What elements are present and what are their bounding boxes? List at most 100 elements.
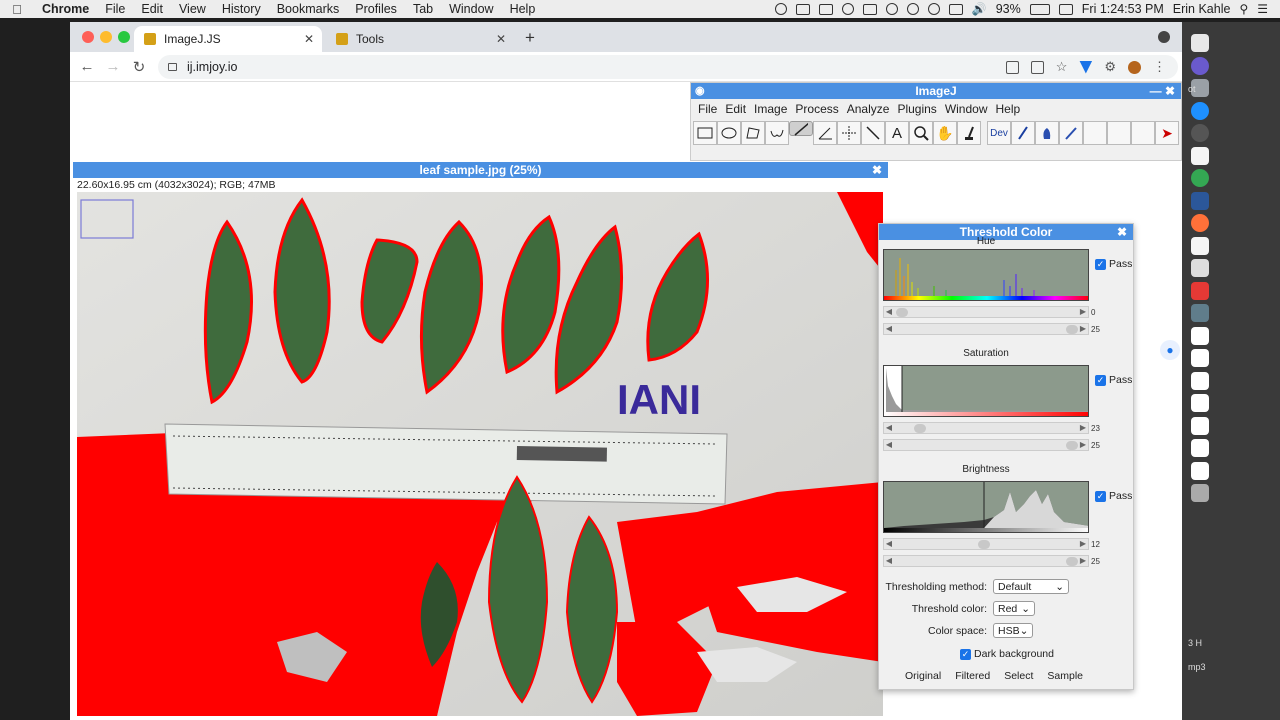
ij-menu-edit[interactable]: Edit <box>721 102 750 116</box>
dock-app-icon-15[interactable] <box>1191 349 1209 367</box>
spotlight-icon[interactable]: ⚲ <box>1239 2 1248 16</box>
polygon-tool-icon[interactable] <box>741 121 765 145</box>
original-button[interactable]: Original <box>905 670 941 682</box>
flood-fill-tool-icon[interactable] <box>1035 121 1059 145</box>
forward-icon[interactable]: → <box>100 58 126 75</box>
hue-min-slider[interactable]: ◀ ▶ <box>883 306 1089 318</box>
bookmark-star-icon[interactable]: ☆ <box>1056 59 1068 75</box>
dock-app-icon-10[interactable] <box>1191 236 1209 255</box>
lock-icon[interactable] <box>168 63 177 71</box>
apple-icon[interactable]:  <box>0 2 34 17</box>
menu-view[interactable]: View <box>171 2 214 16</box>
time-machine-icon[interactable] <box>906 3 919 15</box>
new-tab-icon[interactable]: + <box>525 28 535 48</box>
ij-menu-help[interactable]: Help <box>992 102 1025 116</box>
dock-app-icon-19[interactable] <box>1191 439 1209 457</box>
sample-button[interactable]: Sample <box>1047 670 1083 682</box>
thresholding-method-select[interactable]: Default ⌄ <box>993 579 1069 594</box>
address-bar[interactable]: ij.imjoy.io ☆ ⚙ ⋮ <box>158 55 1178 79</box>
freehand-tool-icon[interactable] <box>765 121 789 145</box>
close-tab-icon[interactable]: ✕ <box>304 32 314 46</box>
spiral-icon[interactable] <box>841 3 854 15</box>
saturation-max-slider[interactable]: ◀ ▶ <box>883 439 1089 451</box>
user-name[interactable]: Erin Kahle <box>1173 2 1231 16</box>
volume-icon[interactable]: 🔊 <box>972 2 987 16</box>
rectangle-tool-icon[interactable] <box>693 121 717 145</box>
ij-menu-window[interactable]: Window <box>941 102 992 116</box>
menu-profiles[interactable]: Profiles <box>347 2 405 16</box>
dock-trash-icon[interactable] <box>1191 484 1209 502</box>
hue-max-slider[interactable]: ◀ ▶ <box>883 323 1089 335</box>
hand-tool-icon[interactable]: ✋ <box>933 121 957 145</box>
threshold-color-select[interactable]: Red ⌄ <box>993 601 1035 616</box>
color-space-select[interactable]: HSB ⌄ <box>993 623 1033 638</box>
more-tools-arrow-icon[interactable]: ➤ <box>1155 121 1179 145</box>
angle-tool-icon[interactable] <box>813 121 837 145</box>
dock-firefox-icon[interactable] <box>1191 214 1209 232</box>
close-tab-icon[interactable]: ✕ <box>496 32 506 46</box>
control-center-icon[interactable]: ☰ <box>1257 2 1268 16</box>
airplay-icon[interactable] <box>948 3 963 15</box>
dock-app-icon-18[interactable] <box>1191 416 1209 435</box>
wand-tool-icon[interactable] <box>861 121 885 145</box>
hue-pass-checkbox[interactable]: ✓ Pass <box>1095 258 1132 270</box>
line-tool-icon[interactable] <box>789 121 813 136</box>
ij-menu-file[interactable]: File <box>694 102 721 116</box>
wifi-icon[interactable] <box>927 3 940 15</box>
printer-icon[interactable] <box>862 3 877 15</box>
ij-menu-analyze[interactable]: Analyze <box>843 102 894 116</box>
empty-tool-slot-1[interactable] <box>1083 121 1107 145</box>
magnifier-tool-icon[interactable] <box>909 121 933 145</box>
dark-background-row[interactable]: ✓ Dark background <box>879 648 1135 660</box>
menu-window[interactable]: Window <box>441 2 501 16</box>
extensions-puzzle-icon[interactable]: ⚙ <box>1104 59 1116 75</box>
url-text[interactable]: ij.imjoy.io <box>187 60 237 74</box>
leaf-sample-image[interactable]: IANI <box>77 192 883 716</box>
dock-app-icon-5[interactable] <box>1191 124 1209 142</box>
dock-app-icon-17[interactable] <box>1191 394 1209 412</box>
maximize-window-icon[interactable] <box>118 31 130 43</box>
text-tool-icon[interactable]: A <box>885 121 909 145</box>
brush-tool-icon[interactable] <box>1011 121 1035 145</box>
dark-background-checkbox[interactable]: ✓ <box>960 648 972 660</box>
tab-search-icon[interactable] <box>1158 31 1170 43</box>
menu-tab[interactable]: Tab <box>405 2 441 16</box>
cloud-icon[interactable] <box>885 3 898 15</box>
image-canvas[interactable]: IANI <box>77 192 883 716</box>
point-tool-icon[interactable] <box>837 121 861 145</box>
select-button[interactable]: Select <box>1004 670 1033 682</box>
menu-edit[interactable]: Edit <box>133 2 171 16</box>
imagej-window-controls-icon[interactable]: — ✖ <box>1150 83 1175 99</box>
tab-tools[interactable]: Tools ✕ <box>326 26 514 52</box>
dock-app-icon-12[interactable] <box>1191 281 1209 300</box>
translate-icon[interactable] <box>1030 60 1044 74</box>
oval-tool-icon[interactable] <box>717 121 741 145</box>
photos-icon[interactable] <box>818 3 833 15</box>
vue-devtools-icon[interactable] <box>1079 60 1093 74</box>
dock-app-icon-20[interactable] <box>1191 461 1209 480</box>
dock-chrome-icon[interactable] <box>1191 169 1209 187</box>
camera-icon[interactable] <box>795 3 810 15</box>
dev-tool-button[interactable]: Dev <box>987 121 1011 145</box>
menu-file[interactable]: File <box>97 2 133 16</box>
keyboard-icon[interactable] <box>1058 3 1073 15</box>
reload-icon[interactable]: ↻ <box>126 58 152 76</box>
dock-app-icon-16[interactable] <box>1191 371 1209 390</box>
more-menu-icon[interactable]: ⋮ <box>1153 59 1166 75</box>
ij-menu-process[interactable]: Process <box>791 102 842 116</box>
mic-icon[interactable]: ● <box>1160 340 1180 360</box>
dock-app-icon-13[interactable] <box>1191 304 1209 322</box>
profile-avatar-icon[interactable] <box>1128 60 1141 74</box>
menu-history[interactable]: History <box>214 2 269 16</box>
saturation-pass-checkbox[interactable]: ✓ Pass <box>1095 374 1132 386</box>
tab-imagej[interactable]: ImageJ.JS ✕ <box>134 26 322 52</box>
clock[interactable]: Fri 1:24:53 PM <box>1082 2 1164 16</box>
brightness-pass-checkbox[interactable]: ✓ Pass <box>1095 490 1132 502</box>
battery-icon[interactable] <box>1029 3 1050 15</box>
close-threshold-icon[interactable]: ✖ <box>1117 224 1127 240</box>
empty-tool-slot-3[interactable] <box>1131 121 1155 145</box>
dock-app-icon-1[interactable] <box>1191 34 1209 52</box>
close-window-icon[interactable] <box>82 31 94 43</box>
saturation-min-slider[interactable]: ◀ ▶ <box>883 422 1089 434</box>
dropper-tool-icon[interactable] <box>957 121 981 145</box>
